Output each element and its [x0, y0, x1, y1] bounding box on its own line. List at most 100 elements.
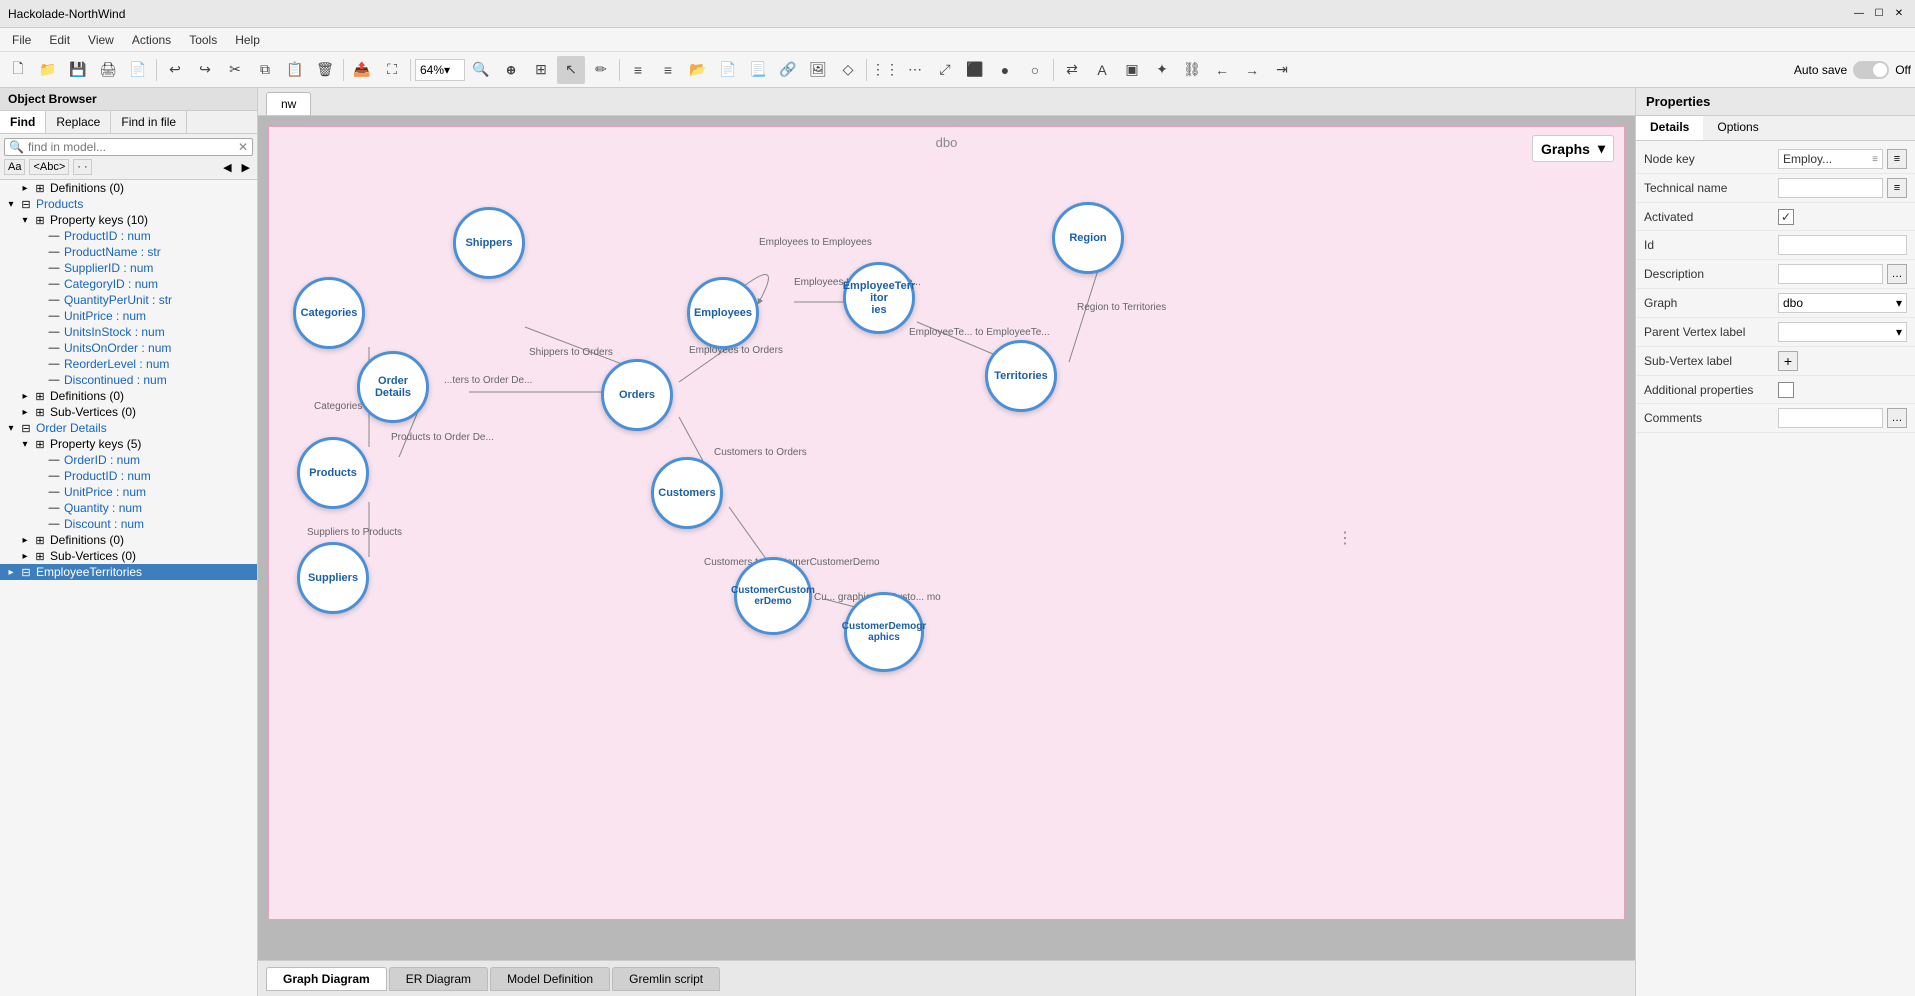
undo-button[interactable]: ↩ [161, 56, 189, 84]
node-customers[interactable]: Customers [651, 457, 723, 529]
tree-item-subvertices-products[interactable]: ▸⊞Sub-Vertices (0) [0, 404, 257, 420]
tree-item-productid[interactable]: —ProductID : num [0, 228, 257, 244]
next-result-button[interactable]: ▶ [239, 160, 253, 175]
link-button[interactable]: 🔗 [774, 56, 802, 84]
node-suppliers[interactable]: Suppliers [297, 542, 369, 614]
shape-button[interactable]: ◇ [834, 56, 862, 84]
tree-item-subvertices-od[interactable]: ▸⊞Sub-Vertices (0) [0, 548, 257, 564]
tree-item-discontinued[interactable]: —Discontinued : num [0, 372, 257, 388]
search-input[interactable] [28, 140, 234, 154]
prop-plus-sub-vertex[interactable]: + [1778, 351, 1798, 371]
prop-value-node-key[interactable]: Employ... ≡ [1778, 149, 1883, 169]
zoom-out-button[interactable]: 🔍 [467, 56, 495, 84]
doc2-button[interactable]: 📃 [744, 56, 772, 84]
delete-button[interactable]: 🗑 [311, 56, 339, 84]
diagram-tab-nw[interactable]: nw [266, 92, 311, 115]
pen-button[interactable]: ✏ [587, 56, 615, 84]
tree-item-discount[interactable]: —Discount : num [0, 516, 257, 532]
image-button[interactable]: 🖼 [804, 56, 832, 84]
align-center-button[interactable]: ≡ [654, 56, 682, 84]
node-territories[interactable]: Territories [985, 340, 1057, 412]
menu-edit[interactable]: Edit [41, 31, 78, 49]
chain-button[interactable]: ⛓ [1178, 56, 1206, 84]
tree-item-order-details[interactable]: ▾⊟Order Details [0, 420, 257, 436]
fullscreen-button[interactable]: ⛶ [378, 56, 406, 84]
prop-btn-comments[interactable]: … [1887, 408, 1907, 428]
prop-value-id[interactable] [1778, 235, 1907, 255]
close-button[interactable]: ✕ [1891, 6, 1907, 22]
prop-value-description[interactable] [1778, 264, 1883, 284]
doc-button[interactable]: 📄 [714, 56, 742, 84]
tree-item-categoryid[interactable]: —CategoryID : num [0, 276, 257, 292]
print-button[interactable]: 🖨 [94, 56, 122, 84]
tree-item-definitions-top[interactable]: ▸⊞Definitions (0) [0, 180, 257, 196]
folder-button[interactable]: 📂 [684, 56, 712, 84]
node-employees[interactable]: Employees [687, 277, 759, 349]
prop-checkbox-activated[interactable] [1778, 209, 1794, 225]
replace-tab[interactable]: Replace [46, 111, 111, 133]
tree-item-quantity[interactable]: —Quantity : num [0, 500, 257, 516]
clear-search-button[interactable]: ✕ [238, 140, 248, 154]
node-customer-customer-demo[interactable]: CustomerCustomerDemo [734, 557, 812, 635]
node-orders[interactable]: Orders [601, 359, 673, 431]
zoom-fit-button[interactable]: ⊞ [527, 56, 555, 84]
tree-item-productname[interactable]: —ProductName : str [0, 244, 257, 260]
tree-item-property-keys-od[interactable]: ▾⊞Property keys (5) [0, 436, 257, 452]
tree-item-reorderlevel[interactable]: —ReorderLevel : num [0, 356, 257, 372]
tree-item-orderid[interactable]: —OrderID : num [0, 452, 257, 468]
prop-value-comments[interactable] [1778, 408, 1883, 428]
zoom-in-button[interactable]: ⊕ [497, 56, 525, 84]
export-button[interactable]: 📤 [348, 56, 376, 84]
tree-item-unitprice[interactable]: —UnitPrice : num [0, 308, 257, 324]
regex-button[interactable]: · · [73, 159, 91, 175]
menu-actions[interactable]: Actions [124, 31, 179, 49]
circle2-button[interactable]: ○ [1021, 56, 1049, 84]
maximize-button[interactable]: ☐ [1871, 6, 1887, 22]
panel-resize-handle[interactable]: ⋮ [1337, 528, 1353, 548]
minimize-button[interactable]: — [1851, 6, 1867, 22]
circle-button[interactable]: ● [991, 56, 1019, 84]
node-shippers[interactable]: Shippers [453, 207, 525, 279]
tree-item-products[interactable]: ▾⊟Products [0, 196, 257, 212]
prop-dropdown-parent-vertex[interactable]: ▾ [1778, 322, 1907, 342]
tree-item-employee-territories[interactable]: ▸⊟EmployeeTerritories [0, 564, 257, 580]
prev-result-button[interactable]: ◀ [220, 160, 234, 175]
indent-button[interactable]: ⇥ [1268, 56, 1296, 84]
prop-btn-node-key[interactable]: ≡ [1887, 149, 1907, 169]
prop-dropdown-graph[interactable]: dbo ▾ [1778, 293, 1907, 313]
graphs-dropdown[interactable]: Graphs ▾ [1532, 135, 1614, 162]
node-order-details[interactable]: Order Details [357, 351, 429, 423]
paste-button[interactable]: 📋 [281, 56, 309, 84]
tree-item-productid-od[interactable]: —ProductID : num [0, 468, 257, 484]
tab-graph-diagram[interactable]: Graph Diagram [266, 967, 387, 991]
menu-view[interactable]: View [80, 31, 122, 49]
collapse-button[interactable]: ⬛ [961, 56, 989, 84]
props-tab-details[interactable]: Details [1636, 116, 1703, 140]
tree-item-definitions-products[interactable]: ▸⊞Definitions (0) [0, 388, 257, 404]
tree-item-property-keys-products[interactable]: ▾⊞Property keys (10) [0, 212, 257, 228]
pointer-button[interactable]: ↖ [557, 56, 585, 84]
grid-button[interactable]: ⋮⋮ [871, 56, 899, 84]
tree-item-definitions-od[interactable]: ▸⊞Definitions (0) [0, 532, 257, 548]
menu-file[interactable]: File [4, 31, 39, 49]
whole-word-button[interactable]: <Abc> [29, 159, 69, 175]
autosave-toggle[interactable] [1853, 61, 1889, 79]
node-customer-demographics[interactable]: CustomerDemographics [844, 592, 924, 672]
star-button[interactable]: ✦ [1148, 56, 1176, 84]
save-button[interactable]: 💾 [64, 56, 92, 84]
tree-item-unitsinstock[interactable]: —UnitsInStock : num [0, 324, 257, 340]
redo-button[interactable]: ↪ [191, 56, 219, 84]
expand-button[interactable]: ⤢ [931, 56, 959, 84]
props-tab-options[interactable]: Options [1703, 116, 1772, 140]
open-button[interactable]: 📁 [34, 56, 62, 84]
tree-item-quantityperunit[interactable]: —QuantityPerUnit : str [0, 292, 257, 308]
node-employee-territories[interactable]: EmployeeTerritories [843, 262, 915, 334]
find-in-file-tab[interactable]: Find in file [111, 111, 187, 133]
copy-button[interactable]: ⧉ [251, 56, 279, 84]
saveas-button[interactable]: 📄 [124, 56, 152, 84]
diagram-area[interactable]: dbo Graphs ▾ [258, 116, 1635, 960]
menu-help[interactable]: Help [227, 31, 268, 49]
tree-item-unitsonorder[interactable]: —UnitsOnOrder : num [0, 340, 257, 356]
font-button[interactable]: A [1088, 56, 1116, 84]
node-region[interactable]: Region [1052, 202, 1124, 274]
